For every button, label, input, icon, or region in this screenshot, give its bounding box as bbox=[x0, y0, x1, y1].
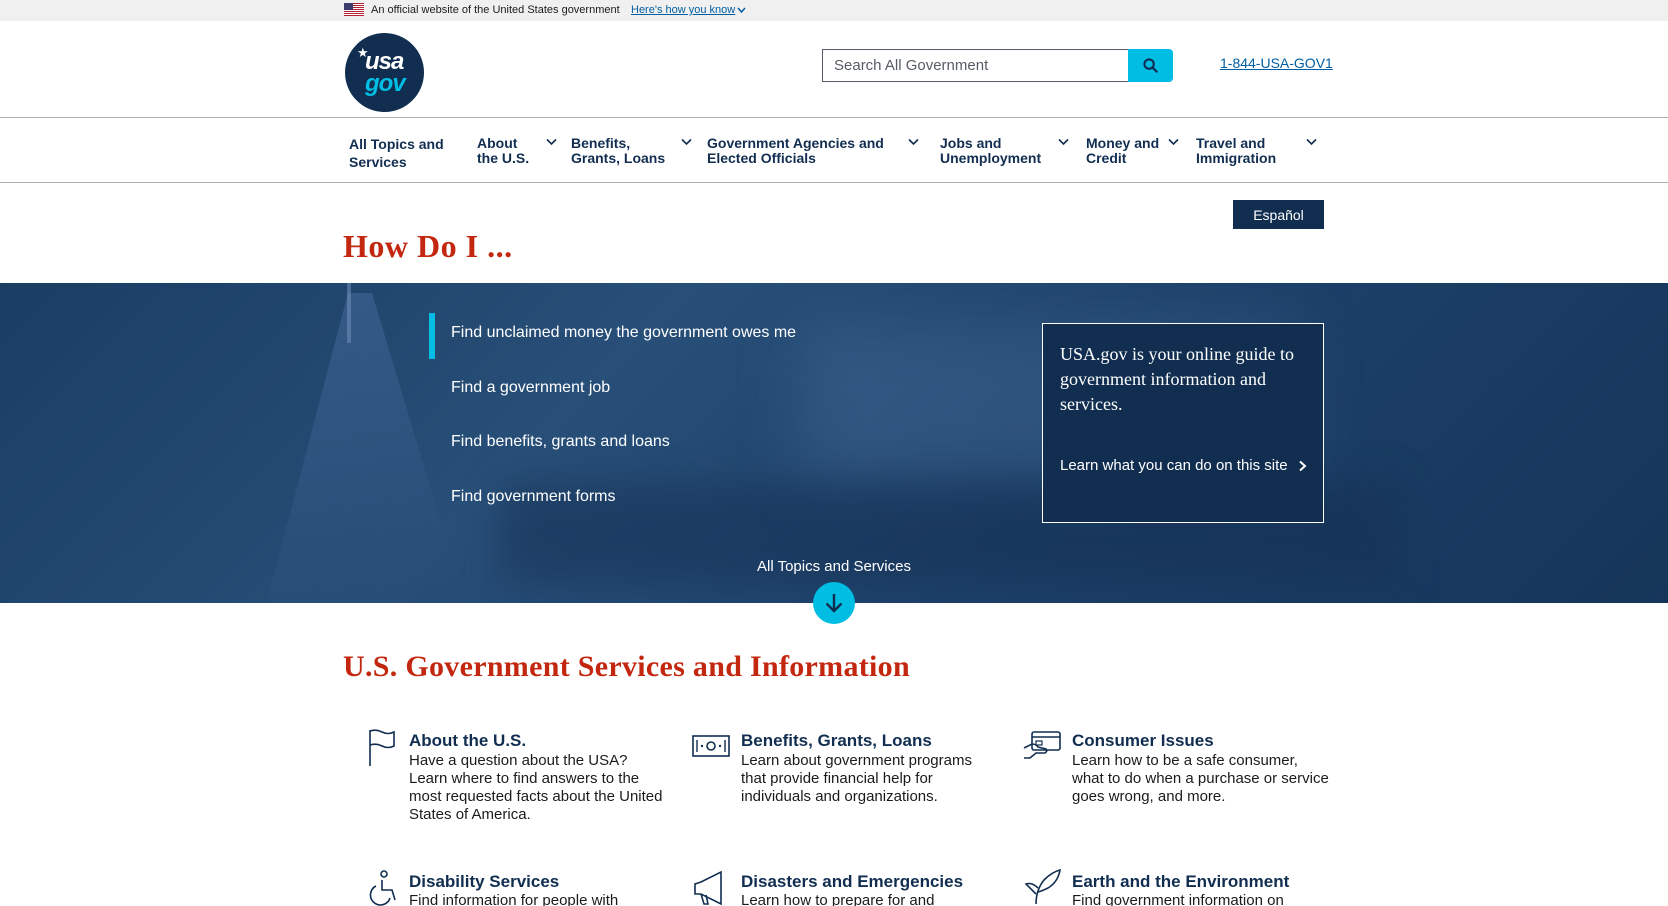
header-divider bbox=[0, 117, 1668, 118]
search-input[interactable] bbox=[822, 49, 1129, 82]
official-text: An official website of the United States… bbox=[371, 4, 620, 16]
quick-link-benefits[interactable]: Find benefits, grants and loans bbox=[451, 433, 670, 451]
us-flag-icon bbox=[344, 3, 364, 16]
credit-card-hand-icon bbox=[1023, 731, 1061, 759]
quick-link-unclaimed-money[interactable]: Find unclaimed money the government owes… bbox=[451, 324, 796, 342]
quick-link-government-job[interactable]: Find a government job bbox=[451, 379, 610, 397]
card-desc-about-us: Have a question about the USA? Learn whe… bbox=[409, 752, 663, 823]
services-heading: U.S. Government Services and Information bbox=[343, 650, 910, 683]
official-banner: An official website of the United States… bbox=[0, 0, 1668, 21]
nav-jobs[interactable]: Jobs and Unemployment bbox=[940, 136, 1069, 166]
accessibility-icon bbox=[369, 870, 396, 906]
quick-link-forms[interactable]: Find government forms bbox=[451, 488, 616, 506]
card-title-disability[interactable]: Disability Services bbox=[409, 872, 559, 892]
chevron-right-icon bbox=[1299, 460, 1307, 472]
how-you-know-link[interactable]: Here's how you know bbox=[631, 4, 746, 16]
card-desc-earth: Find government information on bbox=[1072, 892, 1284, 906]
card-desc-benefits: Learn about government programs that pro… bbox=[741, 752, 972, 805]
info-box-text: USA.gov is your online guide to governme… bbox=[1060, 344, 1294, 414]
nav-benefits[interactable]: Benefits, Grants, Loans bbox=[571, 136, 692, 166]
active-link-indicator bbox=[429, 313, 435, 359]
money-icon bbox=[692, 735, 730, 757]
all-topics-label: All Topics and Services bbox=[757, 558, 911, 575]
phone-link[interactable]: 1-844-USA-GOV1 bbox=[1220, 55, 1333, 71]
how-do-i-heading: How Do I ... bbox=[343, 228, 513, 264]
info-box: USA.gov is your online guide to governme… bbox=[1042, 323, 1324, 523]
scroll-down-button[interactable] bbox=[813, 582, 855, 624]
chevron-down-icon bbox=[546, 138, 557, 146]
card-title-consumer-issues[interactable]: Consumer Issues bbox=[1072, 731, 1214, 751]
chevron-down-icon bbox=[681, 138, 692, 146]
card-desc-disability: Find information for people with bbox=[409, 892, 619, 906]
card-title-benefits[interactable]: Benefits, Grants, Loans bbox=[741, 731, 932, 751]
nav-divider bbox=[0, 182, 1668, 183]
search-icon bbox=[1143, 58, 1158, 73]
nav-government-agencies[interactable]: Government Agencies and Elected Officials bbox=[707, 136, 919, 166]
chevron-down-icon bbox=[1168, 138, 1179, 146]
learn-more-link[interactable]: Learn what you can do on this site bbox=[1060, 453, 1310, 479]
nav-travel[interactable]: Travel and Immigration bbox=[1196, 136, 1317, 166]
usagov-logo[interactable]: ★ usa gov bbox=[345, 33, 424, 112]
nav-money[interactable]: Money and Credit bbox=[1086, 136, 1179, 166]
megaphone-icon bbox=[694, 870, 722, 906]
card-desc-disasters: Learn how to prepare for and bbox=[741, 892, 935, 906]
chevron-down-icon bbox=[737, 7, 746, 13]
card-title-about-us[interactable]: About the U.S. bbox=[409, 731, 526, 751]
nav-about-us[interactable]: About the U.S. bbox=[477, 136, 557, 166]
leaf-icon bbox=[1024, 868, 1061, 905]
chevron-down-icon bbox=[908, 138, 919, 146]
flag-background-image bbox=[264, 293, 468, 603]
hero-banner bbox=[0, 283, 1668, 603]
card-title-earth[interactable]: Earth and the Environment bbox=[1072, 872, 1289, 892]
arrow-down-icon bbox=[825, 594, 843, 613]
flag-icon bbox=[369, 729, 395, 766]
card-desc-consumer-issues: Learn how to be a safe consumer, what to… bbox=[1072, 752, 1329, 805]
espanol-button[interactable]: Español bbox=[1233, 200, 1324, 229]
search-button[interactable] bbox=[1128, 49, 1173, 82]
card-title-disasters[interactable]: Disasters and Emergencies bbox=[741, 872, 963, 892]
chevron-down-icon bbox=[1306, 138, 1317, 146]
chevron-down-icon bbox=[1058, 138, 1069, 146]
nav-all-topics[interactable]: All Topics and Services bbox=[349, 137, 444, 170]
